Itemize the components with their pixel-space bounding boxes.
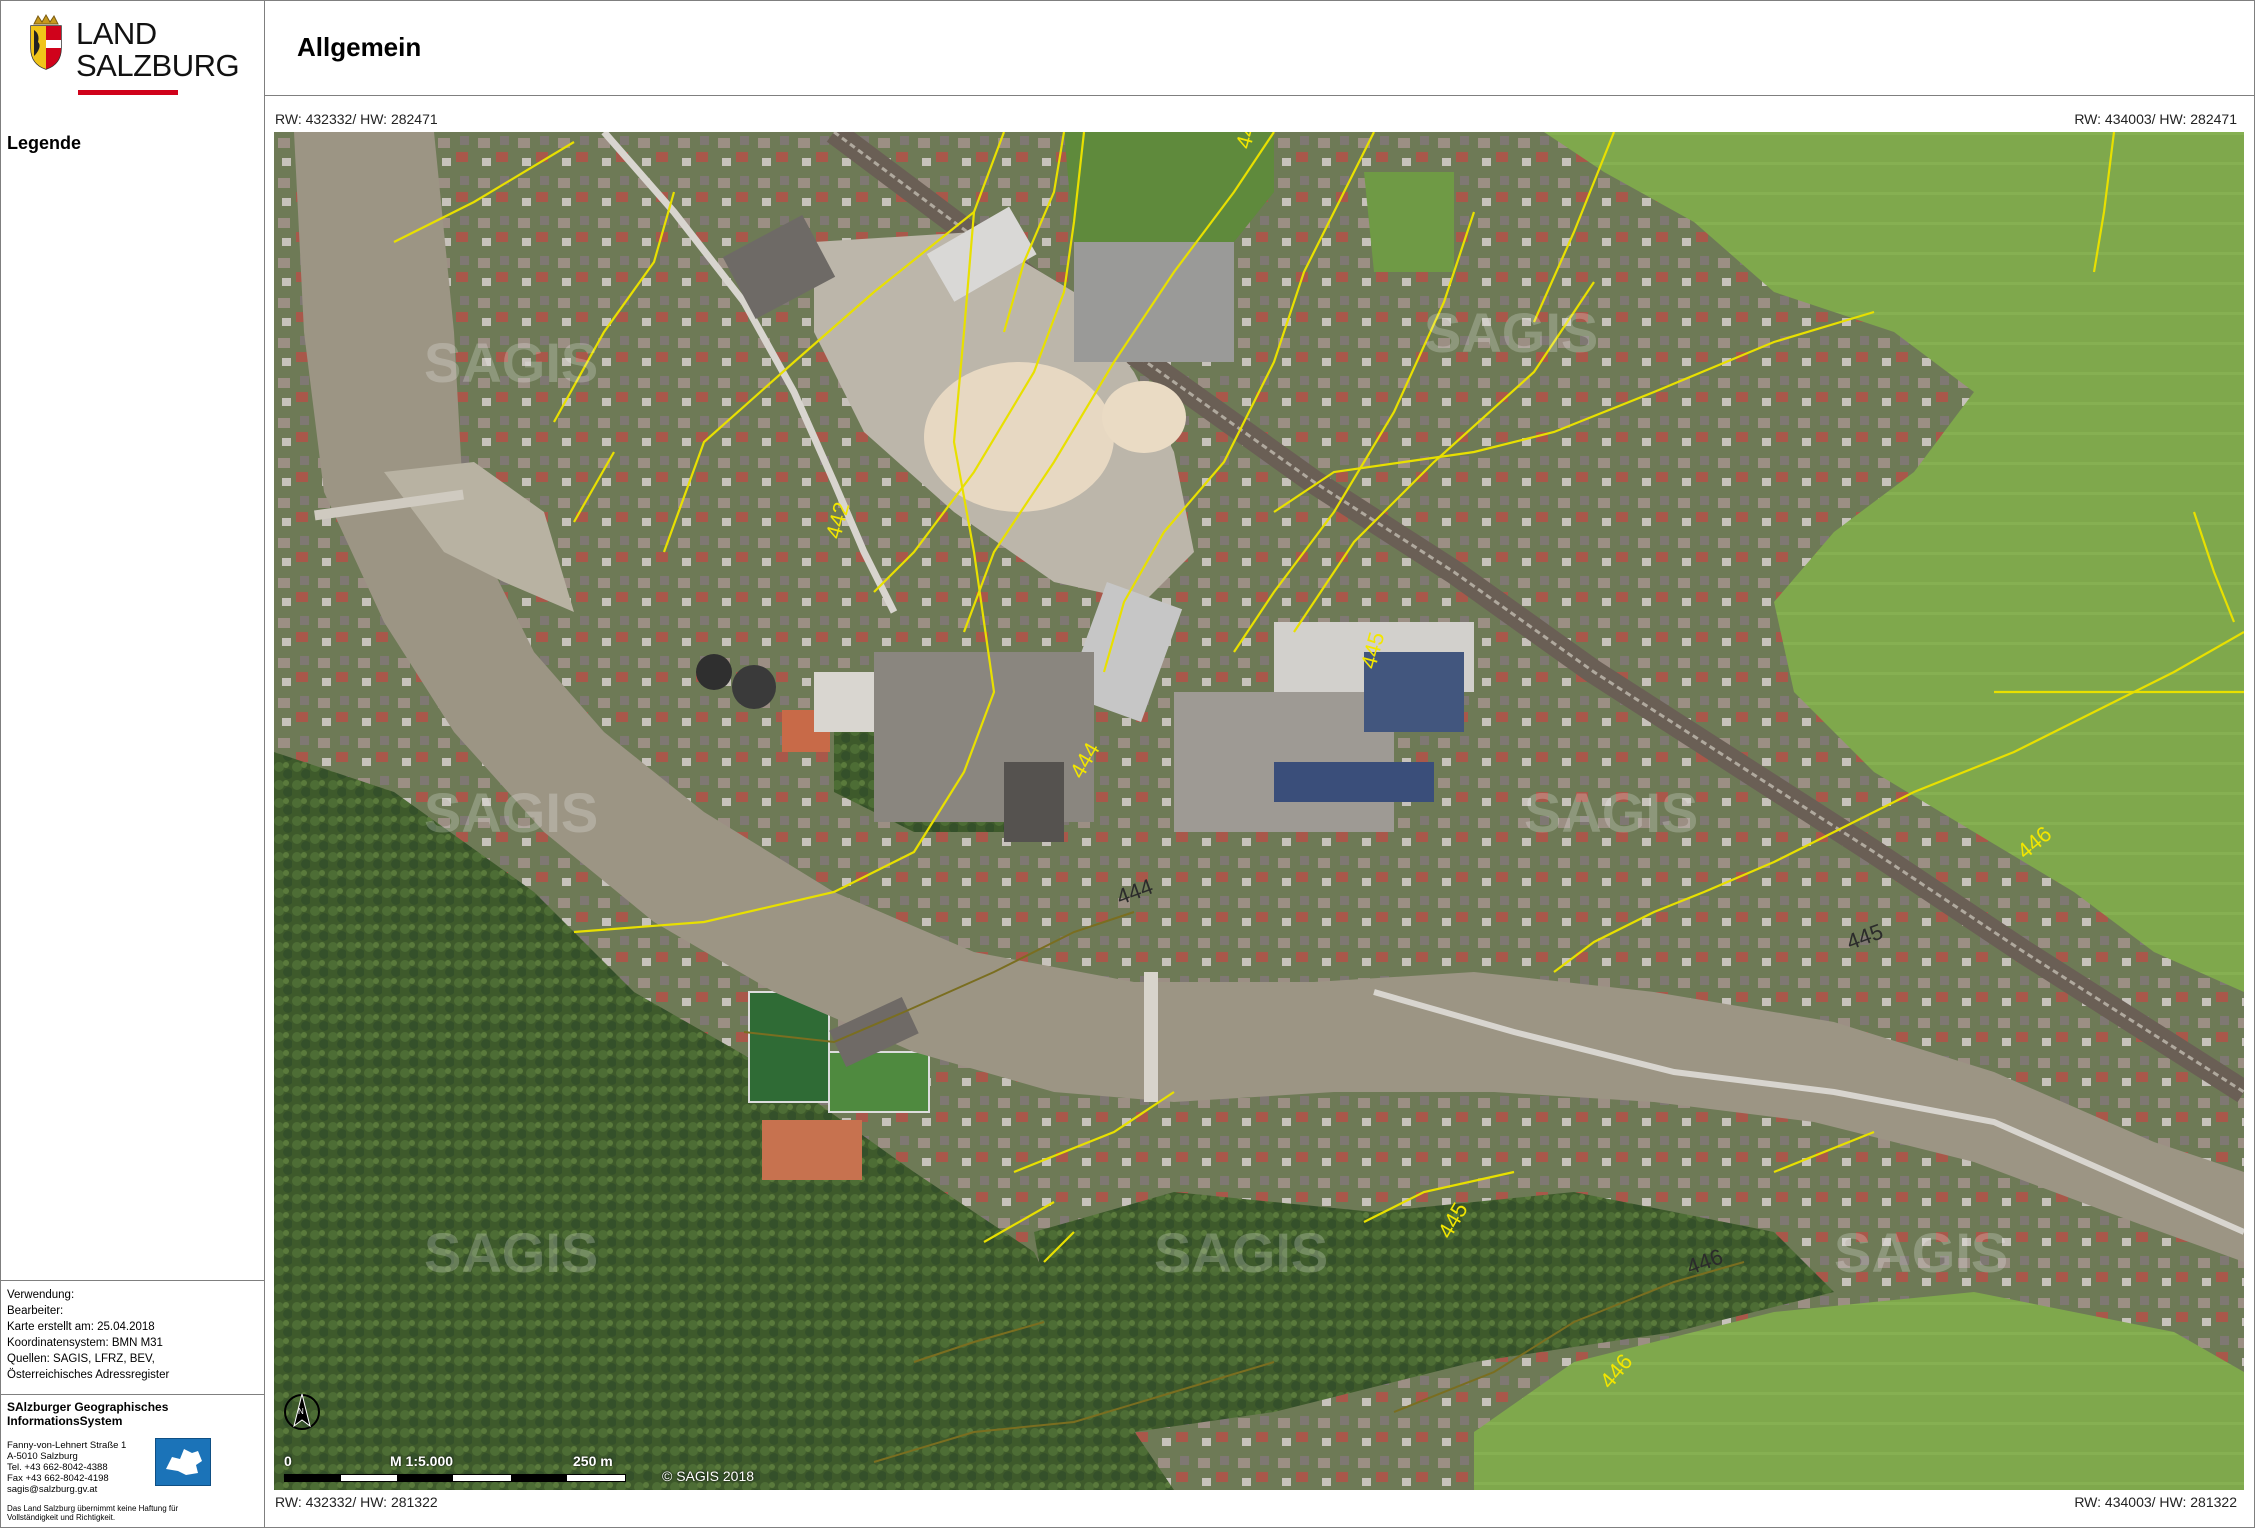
meta-crs: Koordinatensystem: BMN M31: [7, 1337, 163, 1349]
tanks-area: [814, 672, 874, 732]
org-name-1: SAlzburger Geographisches: [7, 1400, 169, 1414]
scale-ratio: M 1:5.000: [390, 1453, 454, 1469]
sagis-info: SAlzburger Geographisches InformationsSy…: [7, 1400, 262, 1522]
meta-sources: Quellen: SAGIS, LFRZ, BEV,: [7, 1353, 155, 1365]
org-email: sagis@salzburg.gv.at: [7, 1484, 98, 1495]
disclaimer: Das Land Salzburg übernimmt keine Haftun…: [7, 1504, 179, 1522]
north-arrow-icon: N: [284, 1393, 320, 1430]
scale-distance: 250 m: [573, 1453, 613, 1469]
svg-text:SAGIS: SAGIS: [424, 1221, 598, 1284]
copyright: © SAGIS 2018: [662, 1468, 755, 1484]
weir: [1144, 972, 1158, 1102]
svg-text:SAGIS: SAGIS: [424, 331, 598, 394]
svg-text:SAGIS: SAGIS: [1524, 781, 1698, 844]
orthophoto-map[interactable]: 442442443444444445445445445446446446 SAG…: [274, 132, 2244, 1490]
salt-pile-large: [924, 362, 1114, 512]
org-name-2: InformationsSystem: [7, 1414, 123, 1428]
solar-roof-1: [1274, 762, 1434, 802]
org-street: Fanny-von-Lehnert Straße 1: [7, 1440, 127, 1451]
salt-pile-small: [1102, 381, 1186, 453]
header-divider: [265, 95, 2255, 96]
org-city: A-5010 Salzburg: [7, 1451, 78, 1462]
logo-text-land: LAND: [76, 16, 157, 51]
scale-zero: 0: [284, 1453, 292, 1469]
water-tank-1: [696, 654, 732, 690]
svg-text:SAGIS: SAGIS: [1424, 301, 1598, 364]
coord-top-left: RW: 432332/ HW: 282471: [275, 111, 438, 127]
tennis-courts: [762, 1120, 862, 1180]
logo-text-salzburg: SALZBURG: [76, 48, 240, 83]
meta-sources-cont: Österreichisches Adressregister: [7, 1369, 170, 1381]
svg-text:SAGIS: SAGIS: [1154, 1221, 1328, 1284]
org-fax: Fax +43 662-8042-4198: [7, 1473, 109, 1484]
svg-text:SAGIS: SAGIS: [424, 781, 598, 844]
org-phone: Tel. +43 662-8042-4388: [7, 1462, 108, 1473]
meta-usage: Verwendung:: [7, 1289, 75, 1301]
svg-text:SAGIS: SAGIS: [1834, 1221, 2008, 1284]
land-salzburg-logo: LAND SALZBURG: [28, 12, 268, 95]
north-label: N: [298, 1407, 304, 1416]
scale-bar: [284, 1474, 626, 1482]
org-address: Fanny-von-Lehnert Straße 1 A-5010 Salzbu…: [7, 1440, 126, 1495]
field: [1364, 172, 1454, 272]
coat-of-arms-icon: [30, 14, 62, 70]
meta-editor: Bearbeiter:: [7, 1305, 64, 1317]
meta-date: Karte erstellt am: 25.04.2018: [7, 1321, 155, 1333]
page-title: Allgemein: [297, 32, 422, 62]
logo-underline: [78, 90, 178, 95]
water-tank-2: [732, 665, 776, 709]
map-canvas: 442442443444444445445445445446446446 SAG…: [274, 132, 2244, 1490]
coord-bottom-right: RW: 434003/ HW: 281322: [2074, 1494, 2237, 1510]
meta-divider: [0, 1394, 265, 1395]
salzburg-map-icon: [155, 1438, 211, 1486]
left-panel: LAND SALZBURG Legende Verwendung: Bearbe…: [0, 0, 265, 1528]
map-metadata: Verwendung: Bearbeiter: Karte erstellt a…: [0, 1280, 264, 1389]
saltworks-hall: [1004, 762, 1064, 842]
coord-bottom-left: RW: 432332/ HW: 281322: [275, 1494, 438, 1510]
legend-title: Legende: [7, 133, 82, 153]
coord-top-right: RW: 434003/ HW: 282471: [2074, 111, 2237, 127]
